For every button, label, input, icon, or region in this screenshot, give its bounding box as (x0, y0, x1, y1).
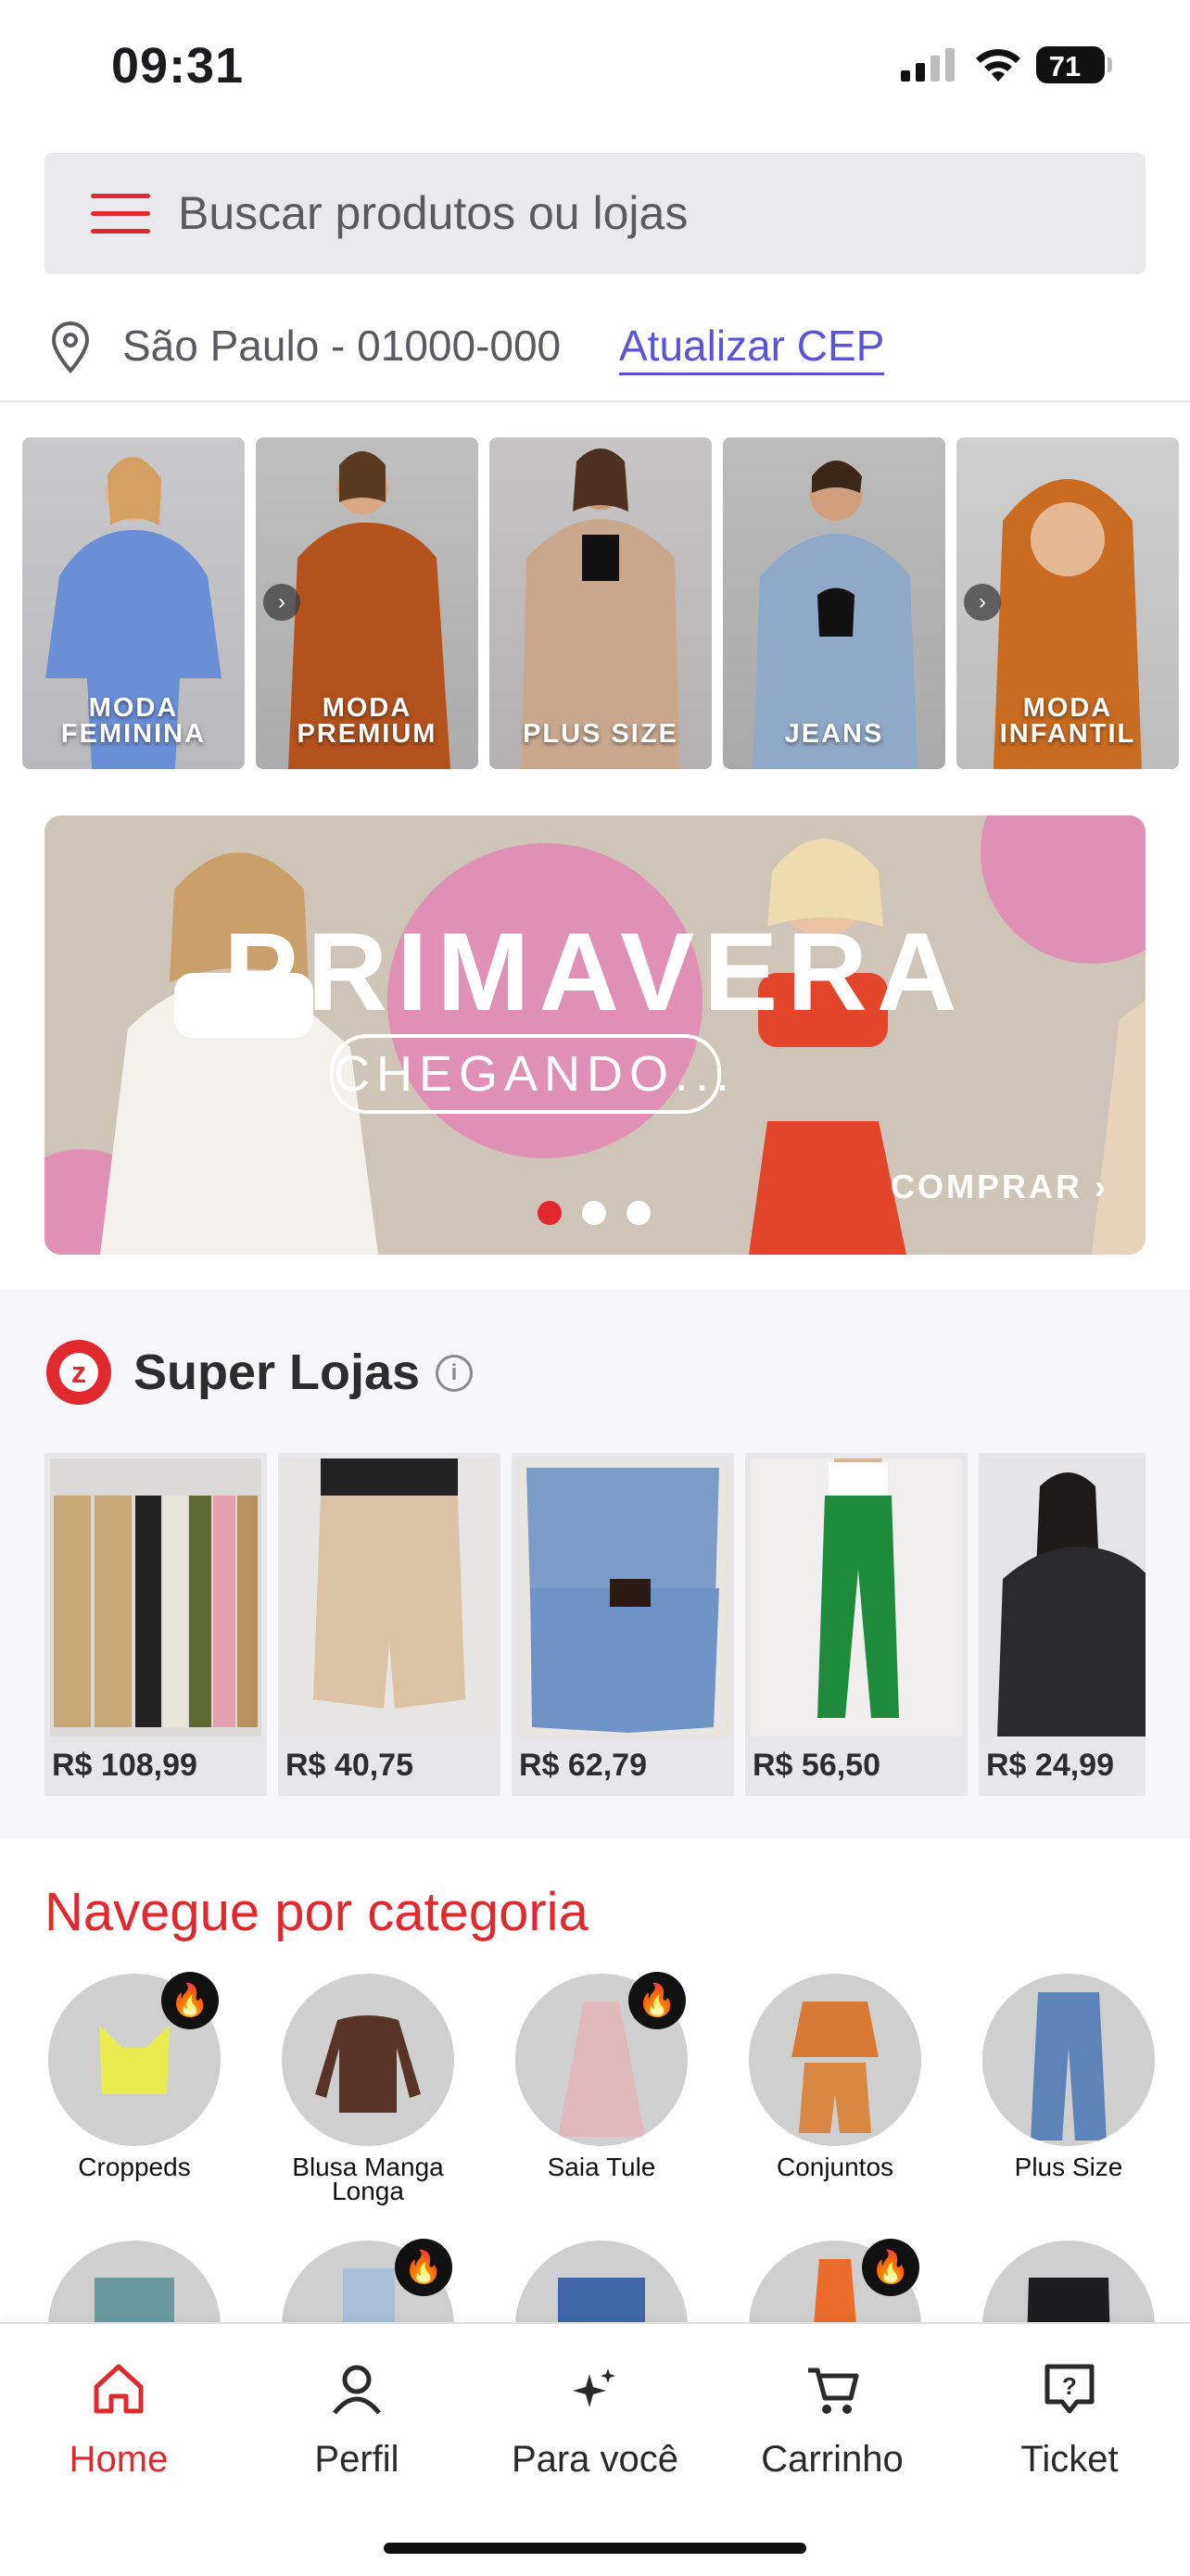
category-name: Croppeds (78, 2153, 191, 2181)
tile-label-line1: PLUS SIZE (523, 719, 678, 749)
nav-para-voce-label: Para você (511, 2439, 679, 2480)
status-time: 09:31 (111, 38, 245, 94)
chevron-right-icon[interactable]: › (263, 584, 300, 621)
tile-label-line2: PREMIUM (297, 719, 437, 749)
chevron-right-icon[interactable]: › (964, 584, 1001, 621)
tile-label-line1: MODA (1022, 693, 1113, 723)
home-indicator (384, 2543, 806, 2554)
product-card[interactable]: R$ 40,75 (278, 1453, 500, 1796)
carousel-dot[interactable] (627, 1201, 651, 1225)
cellular-signal-icon (901, 48, 955, 82)
product-price: R$ 24,99 (986, 1748, 1114, 1783)
banner-subheadline: CHEGANDO... (330, 1034, 729, 1114)
product-card[interactable]: R$ 62,79 (512, 1453, 734, 1796)
cart-icon (808, 2368, 859, 2414)
product-image (284, 1458, 495, 1736)
hot-fire-icon: 🔥 (628, 1972, 686, 2029)
product-price: R$ 62,79 (519, 1748, 647, 1783)
hot-fire-icon: 🔥 (395, 2239, 452, 2296)
nav-perfil-label: Perfil (314, 2439, 399, 2480)
tile-label-line1: MODA (322, 693, 412, 723)
product-price: R$ 40,75 (285, 1748, 413, 1783)
category-tile-moda-infantil[interactable]: › MODA INFANTIL (956, 437, 1179, 769)
wifi-icon (976, 49, 1020, 82)
hot-fire-icon: 🔥 (161, 1972, 219, 2029)
nav-carrinho-label: Carrinho (761, 2439, 904, 2480)
product-image (984, 1458, 1146, 1736)
search-bar[interactable]: Buscar produtos ou lojas (44, 153, 1146, 274)
super-lojas-section: z Super Lojas i R$ 108,99 R$ 40,75 R$ 62… (0, 1290, 1190, 1838)
divider (0, 400, 1190, 402)
product-image (517, 1458, 728, 1736)
promo-banner[interactable]: PRIMAVERA CHEGANDO... COMPRAR › (44, 815, 1146, 1255)
category-tile-plus-size[interactable]: PLUS SIZE (489, 437, 712, 769)
nav-ticket[interactable]: ? Ticket (968, 2342, 1171, 2500)
info-icon[interactable]: i (436, 1355, 473, 1392)
nav-ticket-label: Ticket (1020, 2439, 1119, 2480)
update-cep-link[interactable]: Atualizar CEP (619, 321, 885, 375)
category-name: Blusa Manga Longa (292, 2153, 444, 2205)
user-icon (333, 2365, 381, 2415)
category-tile-moda-premium[interactable]: › MODA PREMIUM (256, 437, 478, 769)
sparkles-icon (573, 2368, 615, 2407)
tile-label-line2: FEMININA (60, 719, 207, 749)
tile-label-line2: INFANTIL (999, 719, 1136, 749)
bottom-navigation: Home Perfil Para você Carrinho ? Ticket (0, 2322, 1190, 2576)
category-name: Conjuntos (776, 2153, 894, 2181)
category-image (982, 1974, 1155, 2146)
product-image (751, 1458, 962, 1736)
super-lojas-logo-icon: z (46, 1340, 111, 1405)
ticket-help-icon: ? (1044, 2364, 1095, 2414)
nav-home[interactable]: Home (17, 2342, 221, 2500)
tile-label-line1: JEANS (784, 719, 884, 749)
product-card[interactable]: R$ 108,99 (44, 1453, 267, 1796)
status-bar: 09:31 71 (0, 0, 1190, 139)
tile-label-line1: MODA (88, 693, 179, 723)
nav-para-voce[interactable]: Para você (493, 2342, 697, 2500)
categories-title: Navegue por categoria (44, 1882, 589, 1942)
carousel-dots (538, 1201, 671, 1230)
banner-cta-button[interactable]: COMPRAR › (891, 1168, 1108, 1206)
banner-headline: PRIMAVERA (223, 910, 967, 1034)
carousel-dot[interactable] (582, 1201, 606, 1225)
location-city: São Paulo - 01000-000 (122, 322, 562, 370)
hot-fire-icon: 🔥 (862, 2239, 919, 2296)
product-price: R$ 108,99 (52, 1748, 197, 1783)
nav-carrinho[interactable]: Carrinho (730, 2342, 934, 2500)
battery-icon: 71 (1036, 46, 1112, 83)
category-name: Plus Size (1014, 2153, 1123, 2181)
category-carousel: MODA FEMININA › MODA PREMIUM PLUS SIZE JEA… (22, 437, 1190, 769)
product-image (50, 1458, 261, 1736)
product-carousel: R$ 108,99 R$ 40,75 R$ 62,79 R$ 56,50 R$ … (44, 1453, 1146, 1798)
location-bar: São Paulo - 01000-000 Atualizar CEP (44, 308, 1146, 382)
home-icon (94, 2364, 144, 2414)
hamburger-menu-icon[interactable] (91, 194, 152, 234)
category-tile-jeans[interactable]: JEANS (723, 437, 945, 769)
location-pin-icon (51, 321, 90, 373)
category-grid: 🔥 Croppeds Blusa Manga Longa 🔥 Saia Tule… (0, 1972, 1190, 2413)
category-image (749, 1974, 921, 2146)
category-name: Saia Tule (547, 2153, 656, 2181)
nav-home-label: Home (69, 2439, 169, 2480)
super-lojas-title: Super Lojas (133, 1345, 421, 1400)
nav-perfil[interactable]: Perfil (255, 2342, 459, 2500)
category-tile-moda-feminina[interactable]: MODA FEMININA (22, 437, 245, 769)
product-price: R$ 56,50 (753, 1748, 880, 1783)
search-input[interactable]: Buscar produtos ou lojas (178, 186, 688, 240)
carousel-dot-active[interactable] (538, 1201, 562, 1225)
svg-text:?: ? (1062, 2372, 1077, 2400)
category-image (282, 1974, 454, 2146)
product-card[interactable]: R$ 24,99 (979, 1453, 1146, 1796)
battery-level: 71 (1048, 50, 1082, 82)
product-card[interactable]: R$ 56,50 (745, 1453, 968, 1796)
